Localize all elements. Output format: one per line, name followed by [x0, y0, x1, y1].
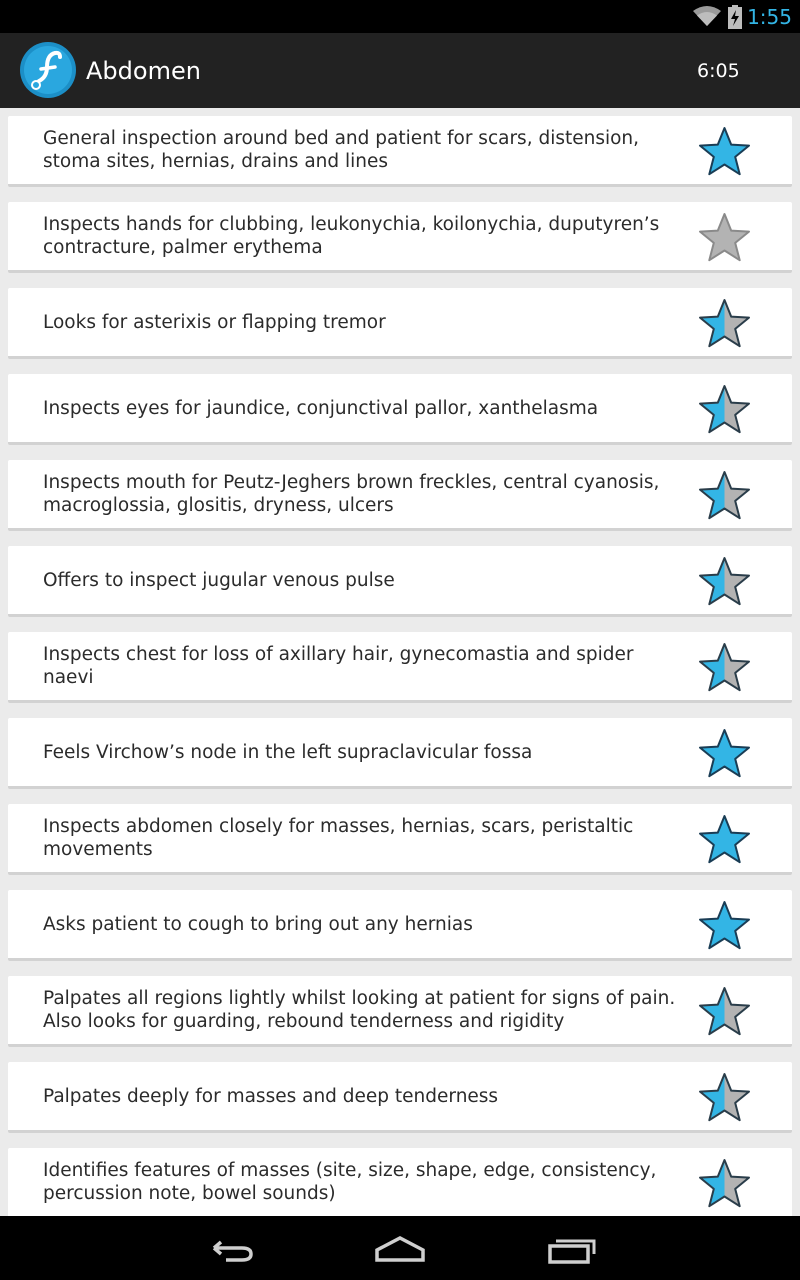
checklist-item[interactable]: Palpates all regions lightly whilst look… — [8, 976, 792, 1047]
checklist-item[interactable]: Looks for asterixis or flapping tremor — [8, 288, 792, 359]
home-icon[interactable] — [372, 1230, 428, 1266]
checklist-item[interactable]: Inspects abdomen closely for masses, her… — [8, 804, 792, 875]
checklist-item-text: General inspection around bed and patien… — [43, 128, 640, 172]
checklist-item-text: Inspects abdomen closely for masses, her… — [43, 816, 634, 860]
star-half-icon[interactable] — [697, 384, 752, 436]
checklist-item[interactable]: Palpates deeply for masses and deep tend… — [8, 1062, 792, 1133]
status-clock: 1:55 — [747, 5, 792, 29]
checklist-item[interactable]: Inspects eyes for jaundice, conjunctival… — [8, 374, 792, 445]
star-half-icon[interactable] — [697, 298, 752, 350]
star-empty-icon[interactable] — [697, 212, 752, 264]
star-half-icon[interactable] — [697, 470, 752, 522]
star-full-icon[interactable] — [697, 900, 752, 952]
wifi-icon — [693, 6, 721, 26]
recent-apps-icon[interactable] — [544, 1230, 600, 1266]
star-half-icon[interactable] — [697, 1158, 752, 1210]
checklist-item-text: Looks for asterixis or flapping tremor — [43, 311, 386, 333]
star-full-icon[interactable] — [697, 728, 752, 780]
checklist-item[interactable]: Inspects mouth for Peutz-Jeghers brown f… — [8, 460, 792, 531]
checklist-item[interactable]: Offers to inspect jugular venous pulse — [8, 546, 792, 617]
checklist: General inspection around bed and patien… — [0, 108, 800, 1216]
star-half-icon[interactable] — [697, 1072, 752, 1124]
checklist-item[interactable]: Feels Virchow’s node in the left supracl… — [8, 718, 792, 789]
star-half-icon[interactable] — [697, 556, 752, 608]
timer-display: 6:05 — [697, 60, 740, 82]
checklist-item[interactable]: Inspects chest for loss of axillary hair… — [8, 632, 792, 703]
app-logo-icon[interactable] — [19, 41, 77, 99]
back-icon[interactable] — [202, 1230, 258, 1266]
checklist-item-text: Asks patient to cough to bring out any h… — [43, 913, 473, 935]
star-half-icon[interactable] — [697, 986, 752, 1038]
checklist-item-text: Identifies features of masses (site, siz… — [43, 1160, 657, 1204]
checklist-item[interactable]: Inspects hands for clubbing, leukonychia… — [8, 202, 792, 273]
screen-title: Abdomen — [86, 57, 201, 85]
checklist-item[interactable]: General inspection around bed and patien… — [8, 116, 792, 187]
star-full-icon[interactable] — [697, 814, 752, 866]
battery-charging-icon — [728, 5, 742, 29]
checklist-item[interactable]: Identifies features of masses (site, siz… — [8, 1148, 792, 1216]
checklist-item-text: Feels Virchow’s node in the left supracl… — [43, 741, 533, 763]
checklist-item-text: Inspects chest for loss of axillary hair… — [43, 644, 634, 688]
checklist-item-text: Palpates all regions lightly whilst look… — [43, 988, 676, 1032]
checklist-item-text: Palpates deeply for masses and deep tend… — [43, 1085, 499, 1107]
status-bar: 1:55 — [0, 0, 800, 33]
star-full-icon[interactable] — [697, 126, 752, 178]
checklist-item[interactable]: Asks patient to cough to bring out any h… — [8, 890, 792, 961]
checklist-item-text: Inspects mouth for Peutz-Jeghers brown f… — [43, 472, 660, 516]
checklist-item-text: Offers to inspect jugular venous pulse — [43, 569, 395, 591]
star-half-icon[interactable] — [697, 642, 752, 694]
navigation-bar — [0, 1216, 800, 1280]
action-bar: Abdomen 6:05 — [0, 33, 800, 108]
checklist-item-text: Inspects eyes for jaundice, conjunctival… — [43, 397, 599, 419]
checklist-item-text: Inspects hands for clubbing, leukonychia… — [43, 214, 660, 258]
